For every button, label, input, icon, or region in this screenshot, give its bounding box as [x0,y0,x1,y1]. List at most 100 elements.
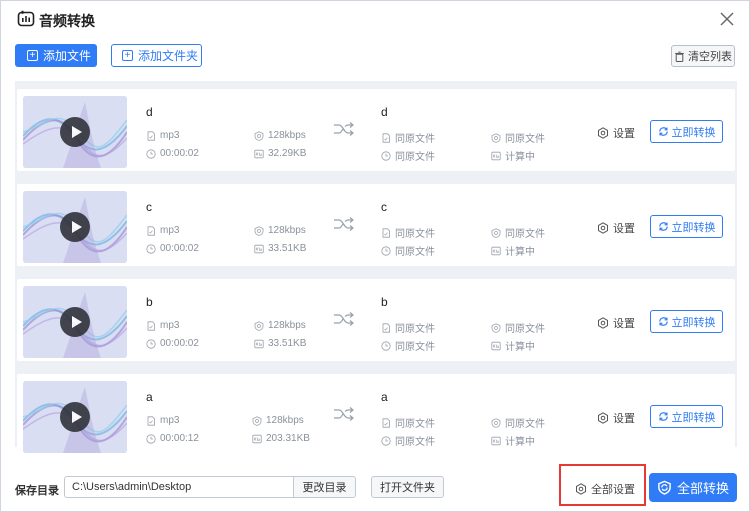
audio-thumbnail[interactable] [23,191,127,263]
target-bitrate: 同原文件 [491,225,545,240]
refresh-icon [658,127,668,136]
file-size-icon [252,434,262,443]
source-size: 33.51KB [254,338,306,349]
bitrate-icon [491,132,501,143]
gear-icon [598,127,608,139]
trash-icon [675,51,684,62]
source-size: 32.29KB [254,148,306,159]
target-format: 同原文件 [381,130,435,145]
target-format: 同原文件 [381,320,435,335]
clock-icon [381,245,391,256]
add-folder-label: 添加文件夹 [138,49,199,63]
bitrate-icon [254,130,264,141]
play-icon[interactable] [60,212,90,242]
add-folder-button[interactable]: + 添加文件夹 [111,44,202,67]
bitrate-icon [252,415,262,426]
target-bitrate: 同原文件 [491,130,545,145]
add-folder-icon: + [122,50,133,61]
target-size: 计算中 [491,243,535,258]
row-settings-button[interactable]: 设置 [597,125,635,141]
source-format: mp3 [146,320,179,331]
file-row: b mp3 128kbps 00:00:02 33.51KB b 同原文件 同原… [17,279,735,361]
row-settings-button[interactable]: 设置 [597,410,635,426]
file-format-icon [382,417,390,428]
clock-icon [146,148,156,159]
file-size-icon [254,149,264,158]
source-format: mp3 [146,130,179,141]
refresh-icon [658,412,668,421]
convert-now-button[interactable]: 立即转换 [650,215,723,238]
all-settings-label: 全部设置 [591,484,635,496]
bitrate-icon [491,322,501,333]
play-icon[interactable] [60,307,90,337]
source-duration: 00:00:02 [146,148,199,159]
bitrate-icon [254,225,264,236]
row-settings-button[interactable]: 设置 [597,220,635,236]
file-size-icon [491,341,501,350]
target-bitrate: 同原文件 [491,320,545,335]
add-file-button[interactable]: + 添加文件 [15,44,97,67]
bitrate-icon [491,417,501,428]
convert-now-button[interactable]: 立即转换 [650,405,723,428]
target-file-name: a [381,390,388,404]
shuffle-arrows-icon [334,217,354,231]
target-duration: 同原文件 [381,148,435,163]
source-file-name: d [146,105,153,119]
add-file-label: 添加文件 [43,49,92,63]
add-file-icon: + [27,50,38,61]
source-bitrate: 128kbps [252,415,304,426]
play-icon[interactable] [60,117,90,147]
close-icon[interactable] [719,11,735,27]
file-row: d mp3 128kbps 00:00:02 32.29KB d 同原文件 同原… [17,89,735,171]
file-format-icon [382,132,390,143]
file-size-icon [491,246,501,255]
shuffle-arrows-icon [334,122,354,136]
gear-icon [598,222,608,234]
convert-all-button[interactable]: 全部转换 [649,473,737,502]
target-size: 计算中 [491,148,535,163]
open-folder-button[interactable]: 打开文件夹 [371,476,444,498]
file-format-icon [382,322,390,333]
refresh-icon [658,222,668,231]
source-duration: 00:00:12 [146,433,199,444]
window-title: 音频转换 [39,13,95,29]
target-format: 同原文件 [381,225,435,240]
save-directory-label: 保存目录 [15,485,59,497]
file-size-icon [491,151,501,160]
source-duration: 00:00:02 [146,243,199,254]
clock-icon [381,340,391,351]
clear-list-button[interactable]: 清空列表 [671,45,735,67]
convert-now-button[interactable]: 立即转换 [650,310,723,333]
file-size-icon [491,436,501,445]
all-settings-button[interactable]: 全部设置 [575,481,635,497]
clock-icon [146,433,156,444]
target-size: 计算中 [491,433,535,448]
audio-converter-window: 音频转换 + 添加文件 + 添加文件夹 清空列表 d mp3 128kbps 0… [0,0,750,512]
source-size: 203.31KB [252,433,310,444]
target-size: 计算中 [491,338,535,353]
target-format: 同原文件 [381,415,435,430]
play-icon[interactable] [60,402,90,432]
target-duration: 同原文件 [381,243,435,258]
audio-thumbnail[interactable] [23,286,127,358]
convert-all-icon [658,480,671,495]
audio-thumbnail[interactable] [23,96,127,168]
source-bitrate: 128kbps [254,130,306,141]
change-directory-button[interactable]: 更改目录 [293,476,356,498]
file-row: c mp3 128kbps 00:00:02 33.51KB c 同原文件 同原… [17,184,735,266]
convert-now-button[interactable]: 立即转换 [650,120,723,143]
clear-list-label: 清空列表 [688,51,732,63]
row-settings-button[interactable]: 设置 [597,315,635,331]
target-file-name: d [381,105,388,119]
bitrate-icon [491,227,501,238]
target-bitrate: 同原文件 [491,415,545,430]
target-duration: 同原文件 [381,433,435,448]
file-format-icon [147,320,155,331]
save-path-input[interactable] [64,476,294,498]
source-file-name: b [146,295,153,309]
audio-thumbnail[interactable] [23,381,127,453]
file-size-icon [254,244,264,253]
target-file-name: b [381,295,388,309]
file-format-icon [147,415,155,426]
source-format: mp3 [146,225,179,236]
